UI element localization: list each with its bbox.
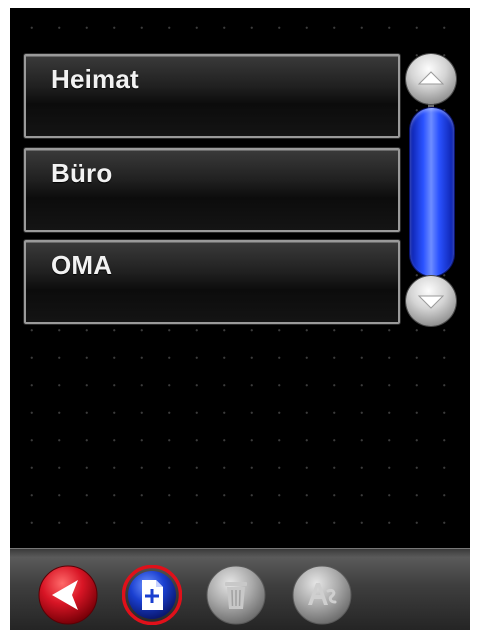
screen: Heimat Büro OMA (10, 8, 470, 630)
scrollbar-thumb[interactable] (410, 108, 454, 276)
scroll-up-button[interactable] (406, 54, 456, 104)
new-entry-button[interactable] (122, 565, 182, 625)
scroll-down-button[interactable] (406, 276, 456, 326)
delete-button[interactable] (206, 565, 266, 625)
new-document-icon (122, 565, 182, 625)
list-item[interactable]: Heimat (24, 54, 400, 138)
list-item-label: OMA (51, 250, 113, 280)
list-item-label: Büro (51, 158, 113, 188)
bottom-toolbar (10, 548, 470, 630)
device-frame: Heimat Büro OMA (0, 0, 478, 637)
rename-text-icon (292, 565, 352, 625)
trash-icon (206, 565, 266, 625)
rename-button[interactable] (292, 565, 352, 625)
list-item[interactable]: OMA (24, 240, 400, 324)
back-arrow-icon (38, 565, 98, 625)
list-item[interactable]: Büro (24, 148, 400, 232)
arrow-up-icon (417, 71, 445, 85)
back-button[interactable] (38, 565, 98, 625)
arrow-down-icon (417, 295, 445, 309)
list-item-label: Heimat (51, 64, 139, 94)
